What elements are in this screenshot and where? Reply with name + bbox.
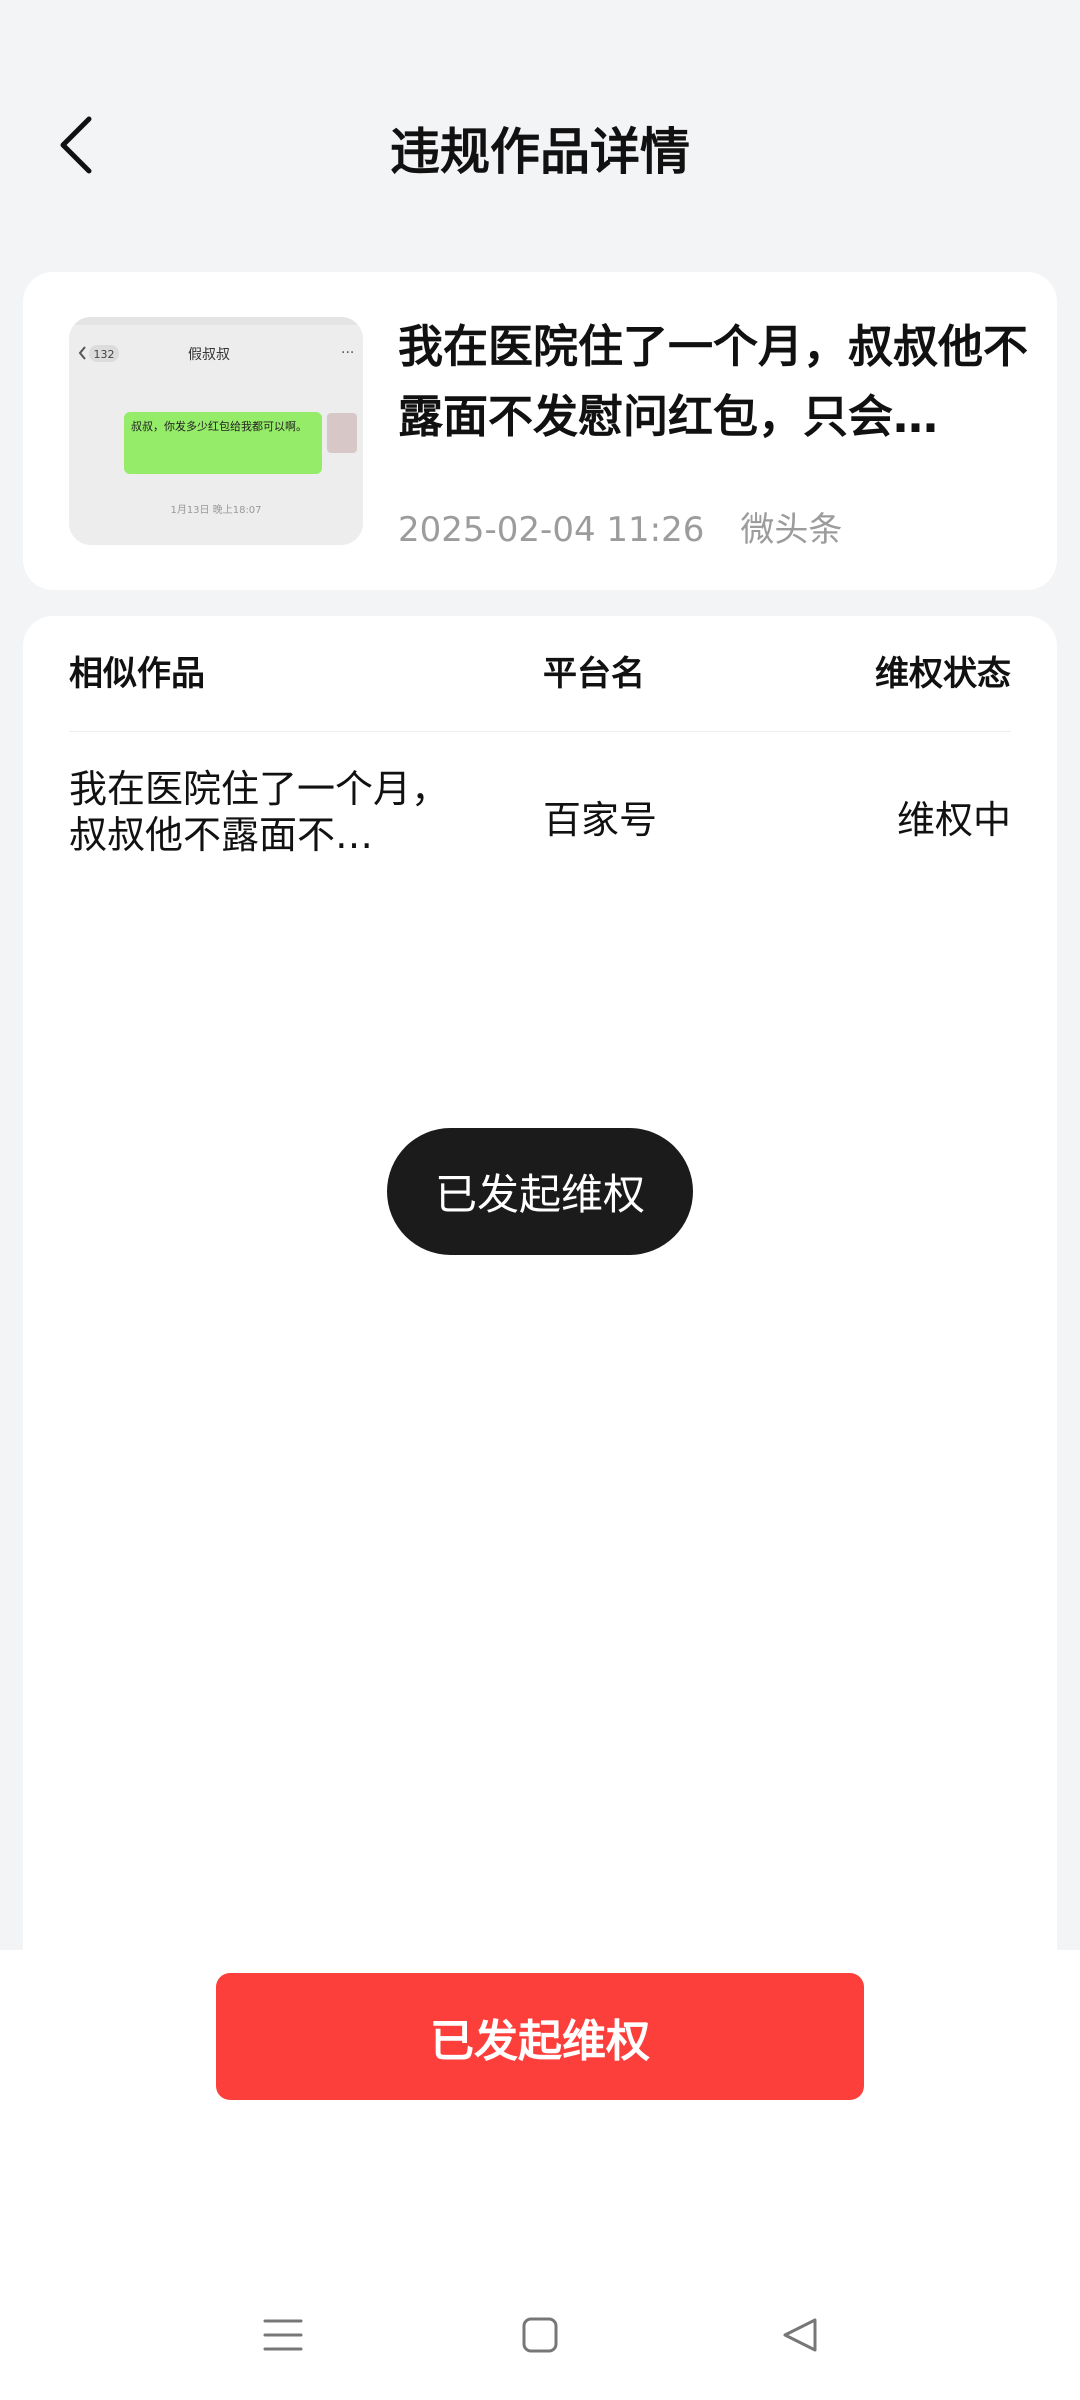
system-home-button[interactable]: [500, 2300, 580, 2370]
svg-text:1月13日 晚上18:07: 1月13日 晚上18:07: [170, 504, 261, 516]
work-platform: 微头条: [740, 510, 843, 550]
svg-text:···: ···: [341, 345, 354, 361]
rights-protection-button[interactable]: 已发起维权: [216, 1973, 864, 2100]
screen: 违规作品详情 132 假叔叔 ··· 叔叔，你发多少红包给我都可以啊。 1月13…: [0, 0, 1080, 2400]
similar-works-panel: 相似作品 平台名 维权状态 我在医院住了一个月，叔叔他不露面不… 百家号 维权中: [23, 616, 1057, 2016]
home-square-icon: [522, 2317, 558, 2353]
header-divider: [69, 731, 1011, 732]
toast-message: 已发起维权: [387, 1128, 693, 1255]
header-platform: 平台名: [543, 654, 645, 694]
menu-icon: [263, 2319, 303, 2351]
work-thumbnail[interactable]: 132 假叔叔 ··· 叔叔，你发多少红包给我都可以啊。 1月13日 晚上18:…: [69, 317, 363, 545]
work-meta: 2025-02-04 11:26 微头条: [398, 502, 842, 551]
similar-work-status: 维权中: [896, 798, 1011, 842]
header-status: 维权状态: [875, 654, 1011, 694]
system-menu-button[interactable]: [243, 2300, 323, 2370]
header-similar-work: 相似作品: [69, 654, 205, 694]
work-datetime: 2025-02-04 11:26: [398, 510, 705, 550]
app-header: 违规作品详情: [0, 0, 1080, 270]
similar-work-platform: 百家号: [543, 798, 658, 842]
similar-work-title: 我在医院住了一个月，叔叔他不露面不…: [69, 767, 450, 857]
page-title: 违规作品详情: [390, 123, 690, 181]
chat-screenshot-image: 132 假叔叔 ··· 叔叔，你发多少红包给我都可以啊。 1月13日 晚上18:…: [69, 317, 363, 545]
work-title: 我在医院住了一个月，叔叔他不露面不发慰问红包，只会…: [398, 320, 1028, 443]
back-triangle-icon: [783, 2318, 817, 2352]
svg-text:假叔叔: 假叔叔: [188, 347, 230, 363]
violation-work-card[interactable]: 132 假叔叔 ··· 叔叔，你发多少红包给我都可以啊。 1月13日 晚上18:…: [23, 272, 1057, 590]
svg-text:132: 132: [94, 348, 115, 361]
system-back-button[interactable]: [760, 2300, 840, 2370]
